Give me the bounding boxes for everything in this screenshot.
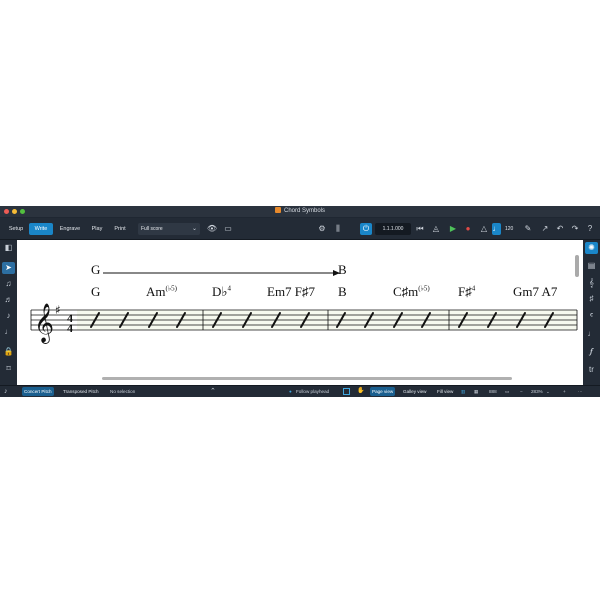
click-icon[interactable]: ◬ [430,223,442,235]
left-toolbox: ◧ ➤ ♫ ♬ ♪ ♩ 🔒 ⌑ [0,240,17,385]
tab-play[interactable]: Play [87,223,107,235]
page-count: 888 [489,389,497,394]
tempo-value[interactable]: 120 [505,223,513,235]
chord-symbol[interactable]: Am(♭5) [146,284,177,300]
tab-setup[interactable]: Setup [5,223,27,235]
svg-text:♯: ♯ [55,303,61,317]
staff[interactable]: 𝄞 ♯ 4 4 [17,300,583,350]
palette-icon[interactable]: ✺ [585,242,598,254]
toolbar: Setup Write Engrave Play Print Full scor… [0,218,600,240]
chord-symbol[interactable]: G [91,284,100,300]
selection-status: No selection [110,389,136,394]
time-signature-icon[interactable]: 𝄴 [585,310,598,322]
svg-text:𝄞: 𝄞 [34,303,54,344]
zoom-level[interactable]: 283% [531,387,543,396]
chord-arrow [103,270,340,276]
ornaments-icon[interactable]: tr [585,364,598,376]
chord-symbol[interactable]: D♭4 [212,284,231,300]
follow-playhead-toggle-icon[interactable]: ● [289,387,292,396]
chevron-down-icon[interactable]: ⌄ [546,387,550,396]
transposed-pitch-button[interactable]: Transposed Pitch [61,387,101,396]
dynamics-icon[interactable]: 𝆑 [585,346,598,358]
score-canvas[interactable]: G B G Am(♭5) D♭4 Em7 F♯7 B C♯m(♭5) F♯4 G… [17,240,583,385]
concert-pitch-button[interactable]: Concert Pitch [22,387,54,396]
mixer-icon[interactable]: ⫼ [332,223,344,235]
chord-symbol[interactable]: B [338,284,347,300]
layout-select[interactable]: Full score ⌄ [138,223,200,235]
more-icon[interactable]: ⋯ [578,387,583,396]
app-document-icon [274,207,281,213]
page-arrangement-icon[interactable]: ▥ [461,387,465,396]
record-icon[interactable]: ● [462,223,474,235]
zoom-in-icon[interactable]: + [563,387,566,396]
note-input-icon[interactable]: ♪ [4,387,8,396]
galley-view-button[interactable]: Galley view [401,387,429,396]
tab-engrave[interactable]: Engrave [55,223,85,235]
key-signature-icon[interactable]: ♯ [585,293,598,305]
chord-symbol[interactable]: F♯4 [458,284,475,300]
keyboard-icon[interactable]: ▤ [585,260,598,272]
eye-icon[interactable]: 👁 [206,223,218,235]
hand-tool-icon[interactable]: ✋ [357,387,364,396]
redo-icon[interactable]: ↷ [569,223,581,235]
status-bar: ♪ Concert Pitch Transposed Pitch No sele… [0,385,600,397]
time-position-display: 1.1.1.000 [375,223,411,235]
window-title: Chord Symbols [0,207,600,214]
pitch-tool-icon[interactable]: ♪ [2,310,15,322]
chevron-down-icon: ⌄ [191,226,197,232]
vertical-scrollbar[interactable] [575,255,579,277]
zoom-out-icon[interactable]: − [520,387,523,396]
play-icon[interactable]: ▶ [447,223,459,235]
tempo-mark-icon[interactable]: ♩ [585,328,598,340]
external-icon[interactable]: ↗ [539,223,551,235]
panel-toggle-icon[interactable]: ◧ [2,242,15,254]
chord-symbol[interactable]: Gm7 A7 [513,284,557,300]
film-reel-icon[interactable]: ⚙ [316,223,328,235]
lock-icon[interactable]: 🔒 [2,346,15,358]
horizontal-scrollbar[interactable] [102,377,512,380]
right-notations-panel: ✺ ▤ 𝄞 ♯ 𝄴 ♩ 𝆑 tr [583,240,600,385]
svg-text:4: 4 [67,321,73,335]
rhythm-tool-icon[interactable]: ♬ [2,294,15,306]
rewind-to-start-icon[interactable]: ⏮ [414,223,426,235]
metronome-icon[interactable]: △ [478,223,490,235]
follow-playhead-label[interactable]: Follow playhead [296,387,329,396]
tab-write[interactable]: Write [29,223,53,235]
selection-tool-icon[interactable] [343,388,350,395]
power-icon[interactable]: ⏻ [360,223,372,235]
chord-symbol[interactable]: Em7 F♯7 [267,284,315,300]
page-grid-icon[interactable]: ▦ [474,387,478,396]
help-icon[interactable]: ? [584,223,596,235]
chord-symbol[interactable]: G [91,262,100,278]
edit-tempo-icon[interactable]: ✎ [522,223,534,235]
undo-icon[interactable]: ↶ [554,223,566,235]
app-window: Chord Symbols Setup Write Engrave Play P… [0,206,600,397]
chord-symbol[interactable]: C♯m(♭5) [393,284,430,300]
tab-print[interactable]: Print [109,223,131,235]
title-bar: Chord Symbols [0,206,600,217]
insert-icon[interactable]: ⌑ [2,363,15,375]
lyrics-tool-icon[interactable]: ♩ [2,326,15,338]
window-layout-icon[interactable]: ▭ [222,223,234,235]
page-view-button[interactable]: Page view [370,387,396,396]
select-tool-icon[interactable]: ➤ [2,262,15,274]
clef-icon[interactable]: 𝄞 [585,277,598,289]
chevron-up-icon[interactable]: ⌃ [210,387,216,396]
chord-symbol[interactable]: B [338,262,347,278]
spread-icon[interactable]: ▭ [505,387,509,396]
fill-view-button[interactable]: Fill view [435,387,455,396]
notes-tool-icon[interactable]: ♫ [2,278,15,290]
note-tempo-icon[interactable]: ♩ [492,223,501,235]
